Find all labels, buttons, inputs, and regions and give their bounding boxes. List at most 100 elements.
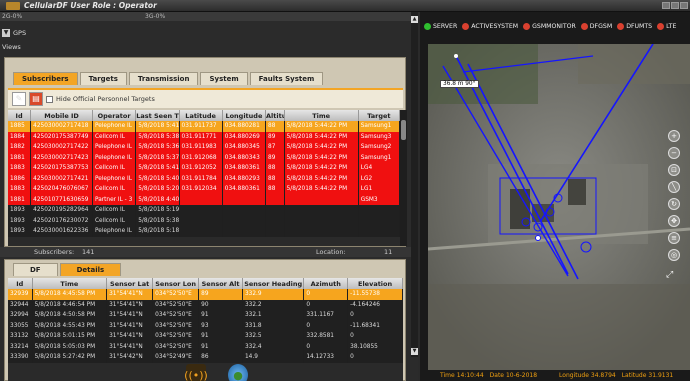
legend-item: LTE [657,22,676,30]
table-row[interactable]: 1881 425030002717423 Pelephone IL 5/8/2018 … [8,152,400,163]
table-row[interactable]: 33055 5/8/2018 4:55:43 PM 31°54'41"N 034°52… [8,320,403,331]
left-panel-scrollbar[interactable]: ▲ ▼ [411,12,418,357]
sub-column-header[interactable]: Id [8,110,32,121]
subscribers-scrollbar[interactable] [400,110,407,246]
scroll-up-icon[interactable]: ▲ [411,16,418,23]
table-row[interactable]: 1893 425020176230072 Cellcom IL 5/8/2018 5:… [8,215,400,226]
table-cell: 5/8/2018 5:20:0 [135,184,180,195]
tab-df[interactable]: DF [13,263,58,276]
table-cell: 5/8/2018 5:41:5 [135,163,180,174]
df-column-header[interactable]: Azimuth [303,278,349,289]
table-row[interactable]: 1881 425010771630659 Partner IL - 3 5/8/201… [8,194,400,205]
table-cell [179,215,223,226]
close-button[interactable] [680,2,688,9]
table-cell: 1893 [8,205,32,216]
chevron-down-icon[interactable]: ▼ [2,29,10,37]
table-row[interactable]: 33390 5/8/2018 5:27:42 PM 31°54'42"N 034°52… [8,352,403,363]
sub-column-header[interactable]: Latitude [179,110,223,121]
sub-column-header[interactable]: Operator [92,110,137,121]
satellite-map[interactable]: 36.8 m 90° + − ⊡ ╲ ↻ ✥ ≡ ◎ ⤢ [428,44,690,370]
df-column-header[interactable]: Elevation [347,278,403,289]
export-button[interactable]: ▤ [29,92,43,106]
locate-icon[interactable]: ◎ [668,249,680,261]
tab-details[interactable]: Details [59,263,122,276]
table-cell [284,194,359,205]
table-cell: 034.880361 [222,163,267,174]
table-row[interactable]: 1885 425030002717418 Pelephone IL 5/8/2018 … [8,121,400,132]
date-label: Date [489,372,504,379]
table-cell: 332.1 [242,310,305,321]
table-cell: 1881 [8,152,32,163]
sub-column-header[interactable]: Time [284,110,359,121]
table-cell: 5/8/2018 5:19: [135,205,180,216]
df-column-header[interactable]: Sensor Heading [242,278,305,289]
sensor-marker [535,235,541,241]
tab-faults-system[interactable]: Faults System [249,72,324,85]
df-column-header[interactable]: Sensor Lon [152,278,200,289]
status-2g: 2G-0% [2,13,23,20]
table-row[interactable]: 32994 5/8/2018 4:50:58 PM 31°54'41"N 034°52… [8,310,403,321]
df-column-header[interactable]: Sensor Alt [198,278,243,289]
table-cell: 33055 [8,320,33,331]
sub-column-header[interactable]: Target [358,110,400,121]
sub-column-header[interactable]: Mobile ID [30,110,93,121]
table-row[interactable]: 33214 5/8/2018 5:05:03 PM 31°54'41"N 034°52… [8,341,403,352]
layers-icon[interactable]: ≡ [668,232,680,244]
table-row[interactable]: 1882 425030002717422 Pelephone IL 5/8/2018 … [8,142,400,153]
table-row[interactable]: 1883 425020175387753 Cellcom IL 5/8/2018 5:… [8,163,400,174]
status-dot-icon [657,22,665,30]
minimize-button[interactable] [662,2,670,9]
zoom-out-icon[interactable]: − [668,147,680,159]
measure-icon[interactable]: ╲ [668,181,680,193]
df-column-header[interactable]: Id [8,278,33,289]
sub-column-header[interactable]: Last Seen Tin [135,110,180,121]
table-cell: 034.880361 [222,184,267,195]
table-cell: 034°52'50"E [152,299,200,310]
zoom-extent-icon[interactable]: ⊡ [668,164,680,176]
table-row[interactable]: 32944 5/8/2018 4:46:54 PM 31°54'41"N 034°52… [8,299,403,310]
df-column-header[interactable]: Time [32,278,108,289]
fullscreen-icon[interactable]: ⤢ [666,270,678,282]
table-cell: 5/8/2018 5:44:22 PM [284,121,359,132]
table-cell: 332.2 [242,299,305,310]
pan-icon[interactable]: ✥ [668,215,680,227]
table-row[interactable]: 32939 5/8/2018 4:45:58 PM 31°54'41"N 034°52… [8,289,403,300]
table-cell: 425020476076067 [30,184,93,195]
tab-targets[interactable]: Targets [79,72,127,85]
zoom-in-icon[interactable]: + [668,130,680,142]
gps-row[interactable]: ▼ GPS [2,29,26,37]
hide-official-checkbox[interactable] [46,95,53,103]
table-cell [284,226,359,237]
antenna-icon[interactable]: ((•)) [184,364,208,381]
table-cell: 5/8/2018 4:46:54 PM [32,299,108,310]
table-row[interactable]: 1884 425020175387749 Cellcom IL 5/8/2018 5:… [8,131,400,142]
table-row[interactable]: 1886 425030002717421 Pelephone IL 5/8/2018 … [8,173,400,184]
sub-column-header[interactable]: Longitude [222,110,267,121]
scroll-thumb[interactable] [401,120,406,140]
left-panel: 2G-0% 3G-0% ▼ GPS Views Subscribers Targ… [0,12,418,381]
scroll-down-icon[interactable]: ▼ [411,348,418,355]
table-row[interactable]: 1883 425020476076067 Cellcom IL 5/8/2018 5:… [8,184,400,195]
maximize-button[interactable] [671,2,679,9]
rotate-icon[interactable]: ↻ [668,198,680,210]
sub-column-header[interactable]: Altitu [265,110,285,121]
table-cell: 14.12733 [303,352,349,363]
table-cell: 5/8/2018 5:44:22 PM [284,184,359,195]
globe-icon[interactable]: ● [228,364,248,381]
table-cell: 31°54'41"N [106,310,154,321]
table-cell [265,194,285,205]
tab-transmission[interactable]: Transmission [128,72,199,85]
table-cell: 332.5 [242,331,305,342]
edit-button[interactable]: ✎ [12,92,26,106]
table-cell: 0 [303,341,349,352]
table-cell: 88 [265,163,285,174]
tab-system[interactable]: System [200,72,248,85]
df-column-header[interactable]: Sensor Lat [106,278,154,289]
table-cell: 31°54'41"N [106,341,154,352]
table-row[interactable]: 1893 425030001622336 Pelephone IL 5/8/2018 … [8,226,400,237]
building-2 [532,204,554,222]
table-row[interactable]: 1893 425020195282964 Cellcom IL 5/8/2018 5:… [8,205,400,216]
table-row[interactable]: 33132 5/8/2018 5:01:15 PM 31°54'41"N 034°52… [8,331,403,342]
tab-subscribers[interactable]: Subscribers [13,72,78,85]
table-cell: 331.1167 [303,310,349,321]
